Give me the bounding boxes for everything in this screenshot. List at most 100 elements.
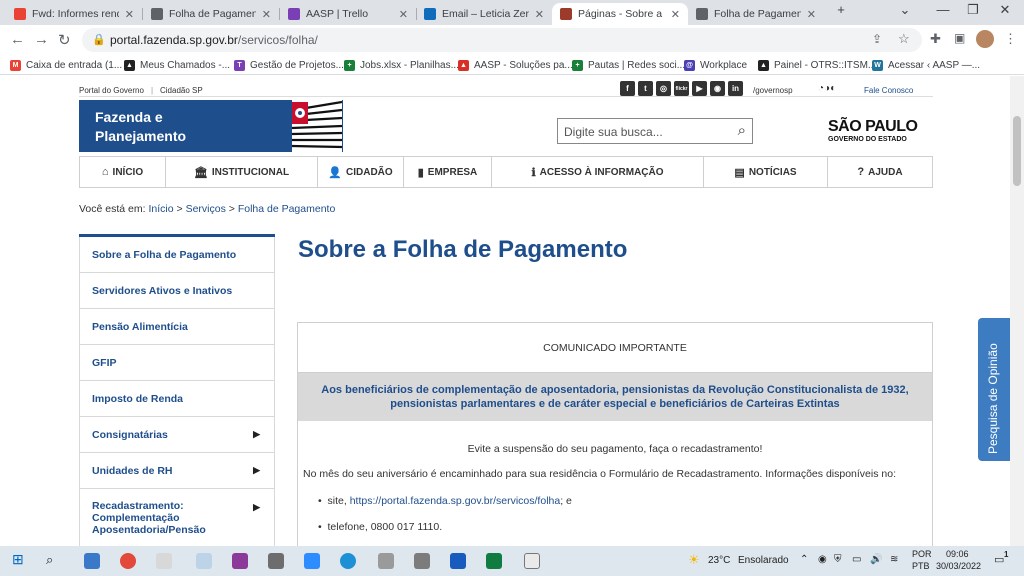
tab-1[interactable]: Folha de Pagamento - ✕ — [143, 3, 279, 25]
bookmark-item[interactable]: + Pautas | Redes soci... — [572, 57, 685, 73]
weather-temp[interactable]: 23°C — [708, 555, 730, 566]
notifications-icon[interactable]: ▭ — [994, 553, 1004, 566]
nav-acesso-informacao[interactable]: ℹ ACESSO À INFORMAÇÃO — [492, 157, 704, 187]
close-tab-icon[interactable]: ✕ — [535, 8, 544, 21]
tab-search-chevron-icon[interactable]: ⌄ — [890, 2, 920, 18]
side-menu-item[interactable]: Sobre a Folha de Pagamento — [79, 237, 275, 273]
snapchat-icon[interactable]: ◉ — [710, 81, 725, 96]
teamviewer-icon[interactable] — [340, 553, 356, 569]
nav-cidadao[interactable]: 👤 CIDADÃO — [318, 157, 404, 187]
word-icon[interactable] — [450, 553, 466, 569]
menu-dots-icon[interactable]: ⋮ — [1004, 31, 1017, 47]
nav-ajuda[interactable]: ? AJUDA — [828, 157, 932, 187]
side-panel-icon[interactable]: ▣ — [954, 31, 965, 45]
wifi-icon[interactable]: ≋ — [890, 554, 898, 565]
close-tab-icon[interactable]: ✕ — [807, 8, 816, 21]
side-menu-item[interactable]: Unidades de RH ▶ — [79, 453, 275, 489]
bookmark-item[interactable]: ▲ Painel - OTRS::ITSM... — [758, 57, 876, 73]
facebook-icon[interactable]: f — [620, 81, 635, 96]
bookmark-item[interactable]: T Gestão de Projetos... — [234, 57, 344, 73]
minimize-icon[interactable]: — — [928, 2, 958, 17]
edge-icon[interactable] — [84, 553, 100, 569]
tab-0[interactable]: Fwd: Informes rendim ✕ — [6, 3, 142, 25]
profile-avatar[interactable] — [976, 30, 994, 48]
winrar-icon[interactable] — [232, 553, 248, 569]
close-tab-icon[interactable]: ✕ — [262, 8, 271, 21]
accessibility-icons[interactable]: ◔◑◐ — [818, 83, 836, 94]
side-menu-item[interactable]: GFIP — [79, 345, 275, 381]
snipping-tool-icon[interactable] — [156, 553, 172, 569]
sao-paulo-logo[interactable]: SÃO PAULO GOVERNO DO ESTADO — [828, 118, 924, 148]
tab-5[interactable]: Folha de Pagamento - ✕ — [688, 3, 824, 25]
side-menu-item[interactable]: Imposto de Renda — [79, 381, 275, 417]
breadcrumb-inicio[interactable]: Início — [148, 203, 173, 215]
feedback-tab[interactable]: Pesquisa de Opinião — [978, 318, 1011, 461]
site-search-input[interactable]: Digite sua busca... ⌕ — [557, 118, 753, 144]
chrome-icon[interactable] — [120, 553, 136, 569]
reload-icon[interactable]: ↻ — [58, 31, 71, 49]
tab-2[interactable]: AASP | Trello ✕ — [280, 3, 416, 25]
tab-3[interactable]: Email – Leticia Zerbat ✕ — [416, 3, 552, 25]
restore-icon[interactable]: ❐ — [958, 2, 988, 18]
language-line-2[interactable]: PTB — [912, 561, 930, 571]
youtube-icon[interactable]: ▶ — [692, 81, 707, 96]
tray-chevron-icon[interactable]: ⌃ — [800, 554, 808, 565]
bookmark-star-icon[interactable]: ☆ — [898, 31, 910, 47]
close-tab-icon[interactable]: ✕ — [125, 8, 134, 21]
paint-icon[interactable] — [196, 553, 212, 569]
side-menu-item[interactable]: Recadastramento: Complementação Aposenta… — [79, 489, 275, 546]
link-portal-governo[interactable]: Portal do Governo — [79, 86, 144, 95]
bookmark-item[interactable]: + Jobs.xlsx - Planilhas... — [344, 57, 459, 73]
breadcrumb-current[interactable]: Folha de Pagamento — [238, 203, 335, 215]
bookmark-item[interactable]: ▲ AASP - Soluções pa... — [458, 57, 573, 73]
search-icon[interactable]: ⌕ — [46, 552, 62, 568]
bookmark-item[interactable]: ▲ Meus Chamados -... — [124, 57, 230, 73]
close-tab-icon[interactable]: ✕ — [671, 8, 680, 21]
extensions-icon[interactable]: ✚ — [930, 31, 941, 47]
clock-date[interactable]: 30/03/2022 — [936, 561, 981, 571]
tab-4[interactable]: Páginas - Sobre a Foll ✕ — [552, 3, 688, 25]
folha-link[interactable]: https://portal.fazenda.sp.gov.br/servico… — [350, 495, 561, 507]
usb-drive-icon[interactable] — [414, 553, 430, 569]
side-menu-item[interactable]: Pensão Alimentícia — [79, 309, 275, 345]
back-icon[interactable]: ← — [10, 31, 25, 48]
side-menu-item[interactable]: Servidores Ativos e Inativos — [79, 273, 275, 309]
close-tab-icon[interactable]: ✕ — [399, 8, 408, 21]
scrollbar-thumb[interactable] — [1013, 116, 1021, 186]
search-icon[interactable]: ⌕ — [738, 122, 746, 139]
new-tab-button[interactable]: + — [826, 2, 856, 17]
nav-inicio[interactable]: ⌂ INÍCIO — [80, 157, 166, 187]
page-scrollbar[interactable] — [1010, 76, 1024, 546]
twitter-icon[interactable]: t — [638, 81, 653, 96]
calculator-icon[interactable] — [268, 553, 284, 569]
nav-noticias[interactable]: ▤ NOTÍCIAS — [704, 157, 828, 187]
contact-link[interactable]: Fale Conosco — [864, 86, 913, 95]
instagram-icon[interactable]: ◎ — [656, 81, 671, 96]
windows-start-icon[interactable]: ⊞ — [12, 551, 28, 567]
stapler-icon[interactable] — [378, 553, 394, 569]
linkedin-icon[interactable]: in — [728, 81, 743, 96]
flickr-icon[interactable]: flickr — [674, 81, 689, 96]
breadcrumb-servicos[interactable]: Serviços — [186, 203, 226, 215]
weather-text[interactable]: Ensolarado — [738, 555, 789, 566]
speaker-icon[interactable]: 🔊 — [870, 554, 882, 565]
side-menu-item[interactable]: Consignatárias ▶ — [79, 417, 275, 453]
forward-icon[interactable]: → — [34, 31, 49, 48]
window-icon[interactable] — [524, 553, 540, 569]
zoom-icon[interactable] — [304, 553, 320, 569]
excel-icon[interactable] — [486, 553, 502, 569]
language-line-1[interactable]: POR — [912, 549, 932, 559]
tray-security-icon[interactable]: ⛨ — [834, 554, 842, 565]
nav-empresa[interactable]: ▮ EMPRESA — [404, 157, 492, 187]
network-icon[interactable]: ▭ — [852, 554, 861, 565]
close-window-icon[interactable]: ✕ — [990, 2, 1020, 18]
link-cidadao-sp[interactable]: Cidadão SP — [160, 86, 203, 95]
address-bar[interactable]: 🔒 portal.fazenda.sp.gov.br/servicos/folh… — [82, 28, 922, 52]
bookmark-item[interactable]: @ Workplace — [684, 57, 747, 73]
clock-time[interactable]: 09:06 — [946, 549, 969, 559]
bookmark-item[interactable]: M Caixa de entrada (1... — [10, 57, 122, 73]
nav-institucional[interactable]: 🏛 INSTITUCIONAL — [166, 157, 318, 187]
tray-app-icon[interactable]: ◉ — [818, 554, 827, 565]
share-icon[interactable]: ⇪ — [872, 32, 882, 46]
bookmark-item[interactable]: W Acessar ‹ AASP —... — [872, 57, 980, 73]
